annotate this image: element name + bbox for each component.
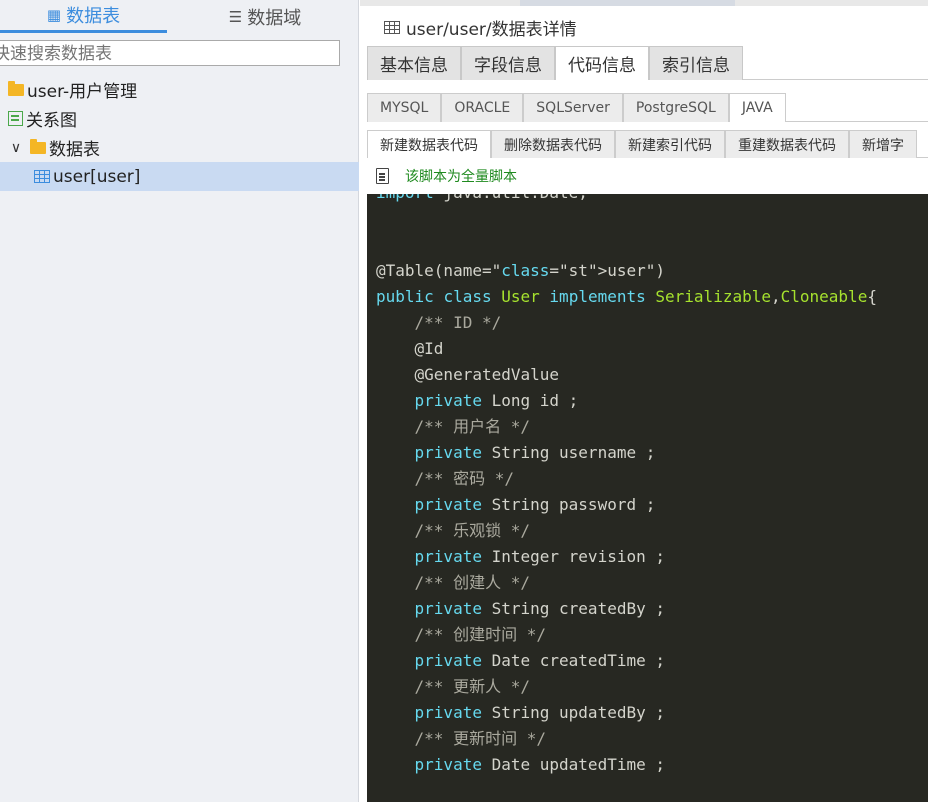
tab-label: 代码信息 bbox=[568, 56, 636, 76]
tree-item-label: user-用户管理 bbox=[27, 82, 138, 102]
code-line: private String createdBy ; bbox=[414, 599, 665, 618]
tab-add-field-code[interactable]: 新增字 bbox=[849, 130, 917, 158]
tab-label: 新建索引代码 bbox=[628, 137, 712, 154]
language-tabs: MYSQL ORACLE SQLServer PostgreSQL JAVA bbox=[367, 93, 928, 122]
diagram-icon bbox=[8, 111, 23, 126]
tab-oracle[interactable]: ORACLE bbox=[441, 93, 524, 122]
tab-label: 索引信息 bbox=[662, 56, 730, 76]
code-line: private Date createdTime ; bbox=[414, 651, 665, 670]
tab-label: PostgreSQL bbox=[635, 100, 716, 116]
tree-item-project[interactable]: user-用户管理 bbox=[0, 75, 359, 104]
grid-icon: ▦ bbox=[46, 6, 62, 24]
code-line: /** ID */ bbox=[376, 313, 502, 332]
folder-icon bbox=[30, 138, 46, 154]
tab-tables[interactable]: ▦ 数据表 bbox=[0, 0, 167, 33]
tab-sqlserver[interactable]: SQLServer bbox=[523, 93, 623, 122]
tab-label: 删除数据表代码 bbox=[504, 137, 602, 154]
tab-java[interactable]: JAVA bbox=[728, 93, 786, 122]
code-line: private String updatedBy ; bbox=[414, 703, 665, 722]
script-note-text: 该脚本为全量脚本 bbox=[405, 169, 517, 185]
tree-item-tables-folder[interactable]: ∨ 数据表 bbox=[0, 133, 359, 162]
right-panel: user/user/数据表详情 基本信息 字段信息 代码信息 索引信息 MYSQ… bbox=[360, 0, 928, 802]
tab-create-index-code[interactable]: 新建索引代码 bbox=[615, 130, 725, 158]
tree-item-label: 数据表 bbox=[49, 140, 100, 160]
code-editor[interactable]: import java.util.Date; @Table(name="clas… bbox=[367, 194, 928, 802]
code-line: private Long id ; bbox=[414, 391, 579, 410]
code-line: /** 用户名 */ bbox=[376, 417, 530, 436]
table-search-input[interactable] bbox=[0, 40, 340, 66]
script-note: 该脚本为全量脚本 bbox=[376, 164, 517, 188]
tab-basic-info[interactable]: 基本信息 bbox=[367, 46, 461, 80]
code-line: private String password ; bbox=[414, 495, 656, 514]
left-tabs: ▦ 数据表 ☰ 数据域 bbox=[0, 0, 359, 33]
code-line: /** 创建时间 */ bbox=[376, 625, 546, 644]
code-line: private String username ; bbox=[414, 443, 656, 462]
table-icon bbox=[34, 170, 50, 183]
tab-create-table-code[interactable]: 新建数据表代码 bbox=[367, 130, 491, 158]
tab-domains[interactable]: ☰ 数据域 bbox=[190, 0, 340, 33]
page-title-text: user/user/数据表详情 bbox=[406, 19, 577, 40]
page-title: user/user/数据表详情 bbox=[384, 14, 577, 40]
left-panel: ▦ 数据表 ☰ 数据域 user-用户管理 关系图 ∨ 数据表 user[use… bbox=[0, 0, 359, 802]
code-text: import java.util.Date; @Table(name="clas… bbox=[376, 194, 877, 778]
code-line: import java.util.Date; bbox=[376, 194, 588, 202]
table-icon bbox=[384, 20, 400, 34]
tab-label: JAVA bbox=[741, 100, 773, 116]
code-line: @GeneratedValue bbox=[376, 365, 560, 384]
code-line: private Integer revision ; bbox=[414, 547, 665, 566]
tab-label: 新建数据表代码 bbox=[380, 137, 478, 154]
tab-rebuild-table-code[interactable]: 重建数据表代码 bbox=[725, 130, 849, 158]
action-tabs: 新建数据表代码 删除数据表代码 新建索引代码 重建数据表代码 新增字 bbox=[367, 130, 928, 158]
code-line: /** 更新时间 */ bbox=[376, 729, 546, 748]
code-line: /** 创建人 */ bbox=[376, 573, 530, 592]
tab-tables-label: 数据表 bbox=[66, 6, 121, 27]
tree-item-diagram[interactable]: 关系图 bbox=[0, 104, 359, 133]
code-line: @Id bbox=[376, 339, 444, 358]
tab-index-info[interactable]: 索引信息 bbox=[649, 46, 743, 80]
code-line: public class User implements Serializabl… bbox=[376, 287, 877, 306]
tab-mysql[interactable]: MYSQL bbox=[367, 93, 442, 122]
tab-label: SQLServer bbox=[536, 100, 610, 116]
tree-item-label: 关系图 bbox=[26, 111, 77, 131]
tab-label: MYSQL bbox=[380, 100, 429, 116]
document-icon bbox=[376, 168, 389, 184]
tab-label: 新增字 bbox=[862, 137, 904, 154]
folder-icon bbox=[8, 80, 24, 96]
chevron-down-icon[interactable]: ∨ bbox=[8, 140, 24, 156]
tree-item-label: user[user] bbox=[53, 166, 141, 187]
tab-field-info[interactable]: 字段信息 bbox=[461, 46, 555, 80]
tab-postgresql[interactable]: PostgreSQL bbox=[622, 93, 729, 122]
tab-label: ORACLE bbox=[454, 100, 511, 116]
tab-label: 重建数据表代码 bbox=[738, 137, 836, 154]
main-tabs: 基本信息 字段信息 代码信息 索引信息 bbox=[367, 46, 928, 80]
code-line: /** 密码 */ bbox=[376, 469, 514, 488]
tab-drop-table-code[interactable]: 删除数据表代码 bbox=[491, 130, 615, 158]
code-line: private Date updatedTime ; bbox=[414, 755, 665, 774]
tree-item-user-table[interactable]: user[user] bbox=[0, 162, 359, 191]
code-line: /** 更新人 */ bbox=[376, 677, 530, 696]
tab-label: 基本信息 bbox=[380, 56, 448, 76]
top-tab-strip bbox=[360, 0, 928, 6]
tab-domains-label: 数据域 bbox=[247, 7, 302, 29]
list-icon: ☰ bbox=[228, 7, 243, 26]
code-line: @Table(name="class="st">user") bbox=[376, 261, 665, 280]
tab-label: 字段信息 bbox=[474, 56, 542, 76]
code-line: /** 乐观锁 */ bbox=[376, 521, 530, 540]
tab-code-info[interactable]: 代码信息 bbox=[555, 46, 649, 80]
